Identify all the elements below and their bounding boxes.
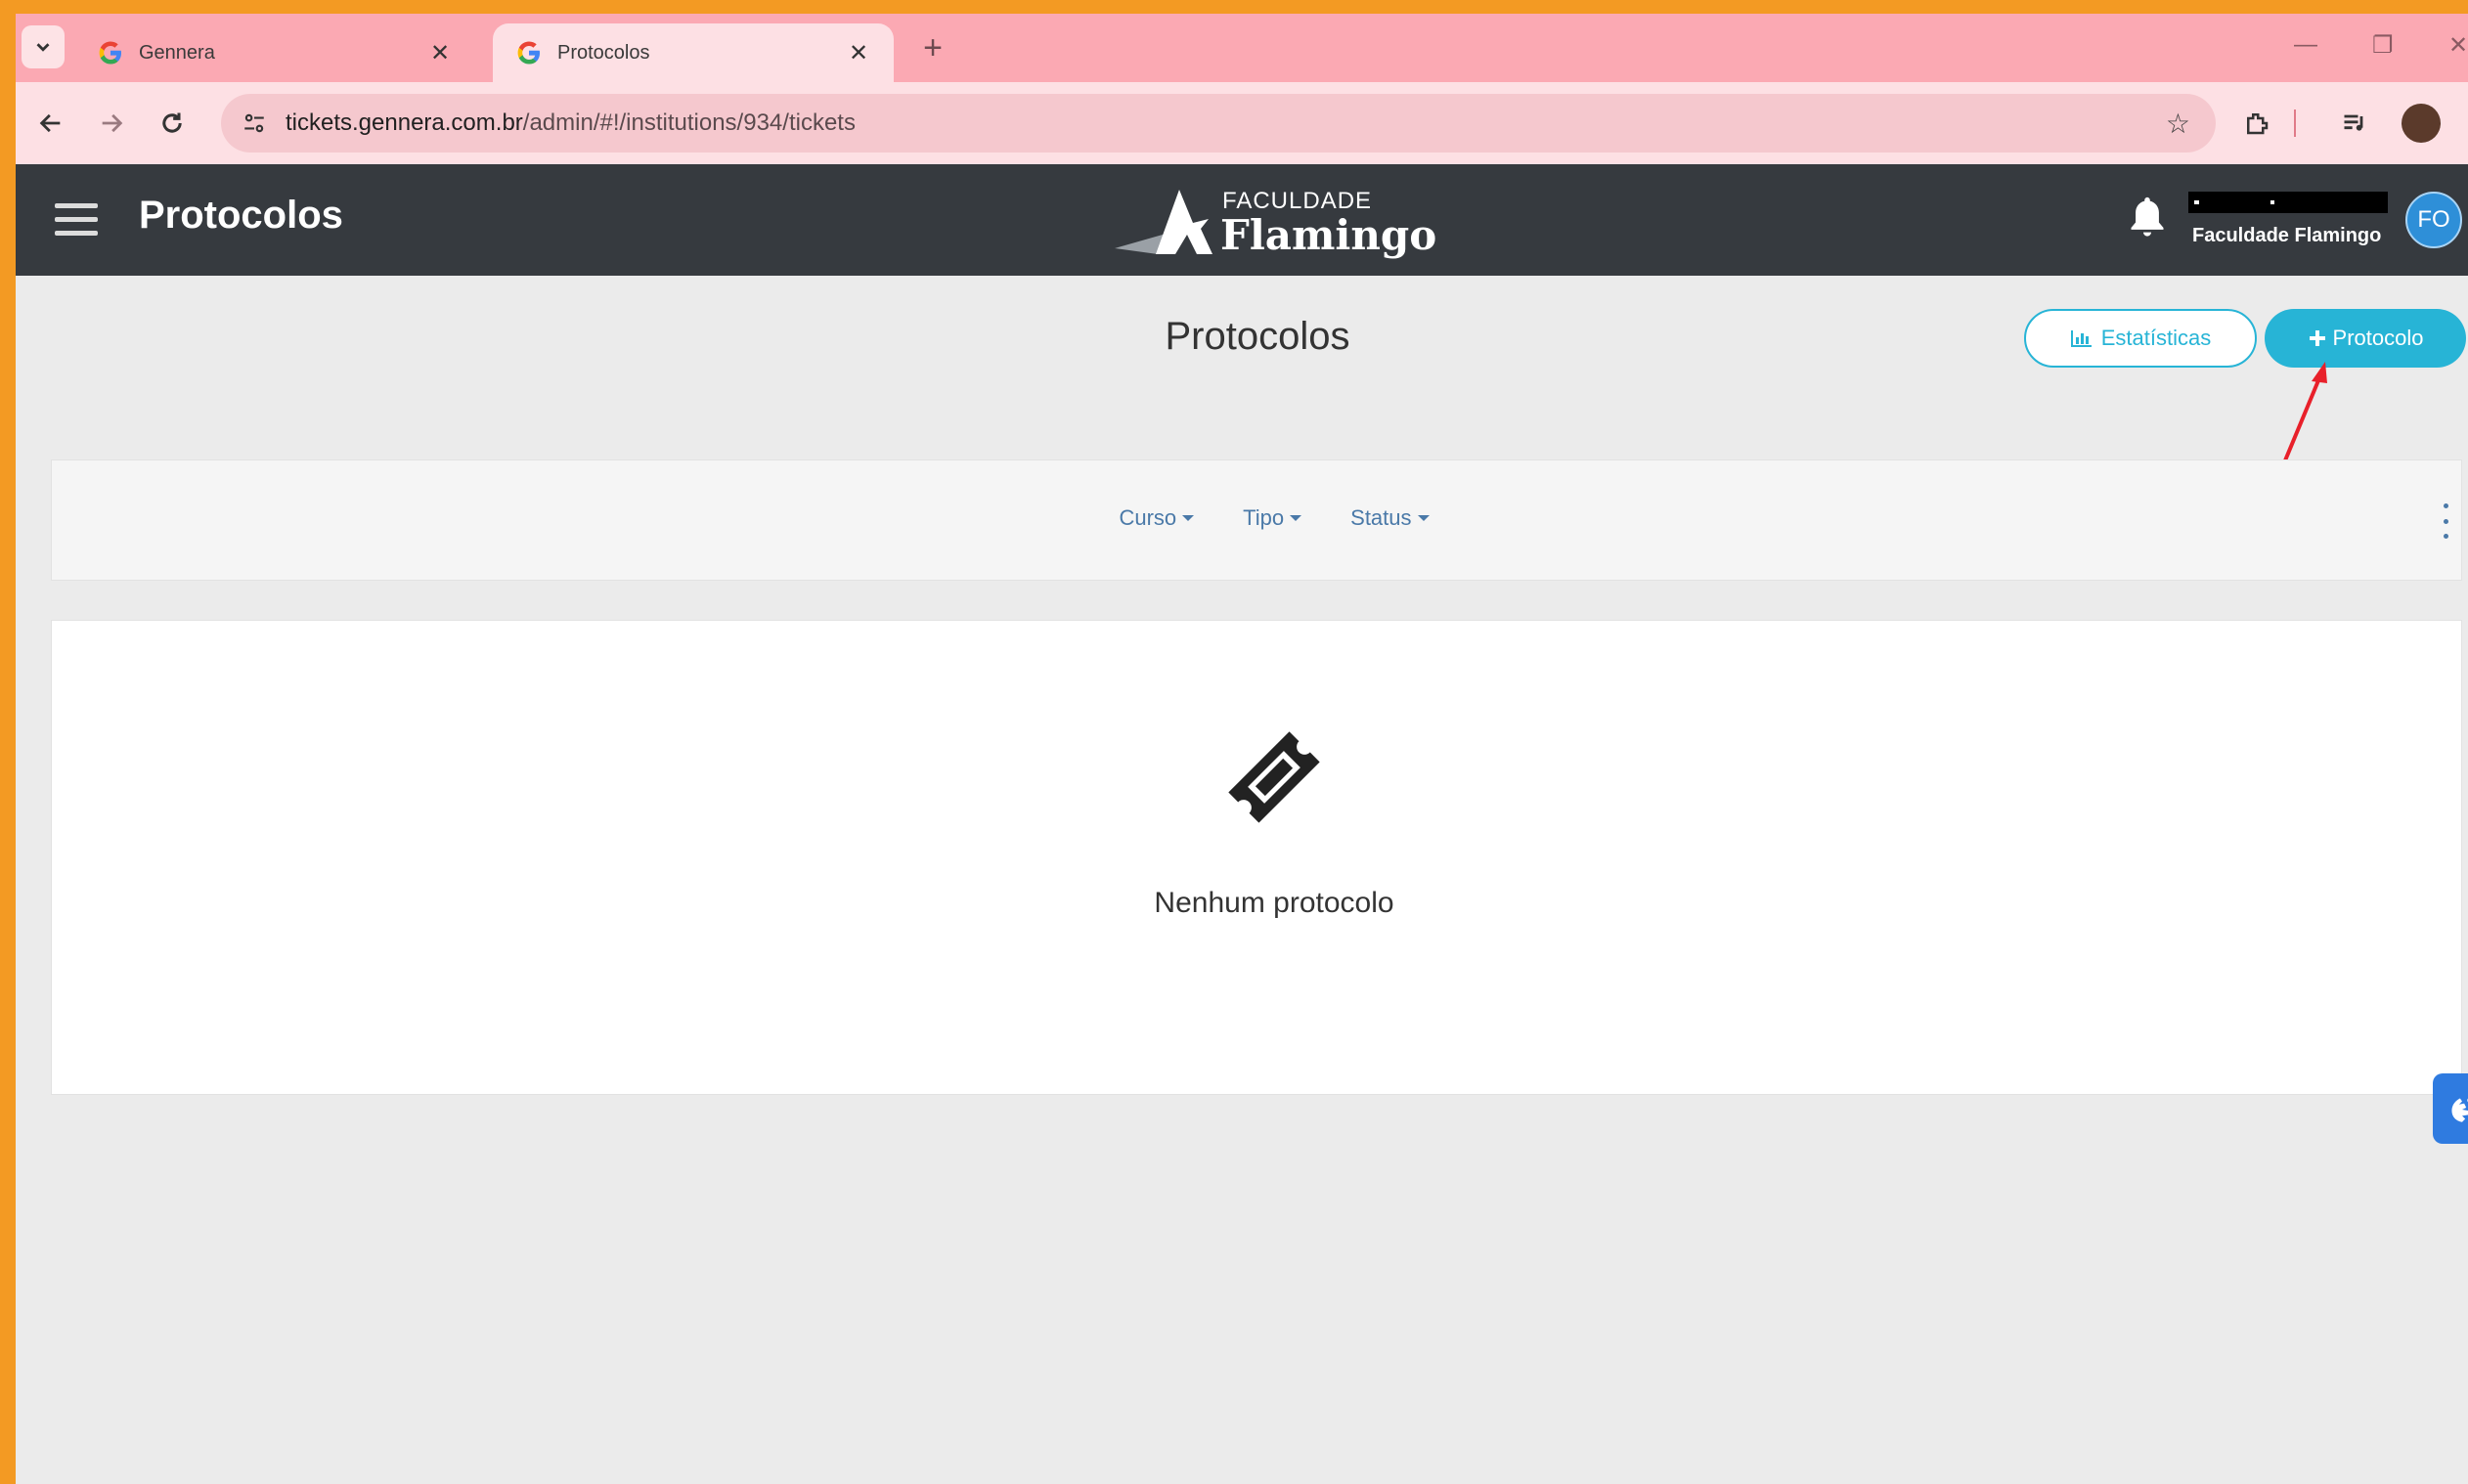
browser-tab-protocolos[interactable]: Protocolos ✕ <box>493 23 894 82</box>
chevron-down-icon <box>36 43 50 52</box>
google-g-icon <box>99 41 121 65</box>
redacted-email <box>2188 192 2388 213</box>
brand-name: Flamingo <box>1220 211 1437 259</box>
screenshot-border-top <box>0 0 2468 14</box>
main-content: Protocolos Estatísticas Protocolo Curso … <box>16 276 2468 1484</box>
close-icon[interactable]: ✕ <box>426 39 454 67</box>
tab-search-button[interactable] <box>22 25 65 68</box>
profile-avatar-icon[interactable] <box>2402 104 2441 143</box>
url-host: tickets.gennera.com.br <box>286 109 523 136</box>
caret-down-icon <box>1290 515 1302 521</box>
forward-arrow-icon <box>102 113 123 133</box>
media-control-icon[interactable] <box>2335 104 2374 143</box>
statistics-button[interactable]: Estatísticas <box>2024 309 2257 368</box>
hamburger-menu-icon[interactable] <box>55 203 98 237</box>
accessibility-widget-button[interactable] <box>2433 1073 2468 1144</box>
new-tab-button[interactable]: + <box>913 29 952 67</box>
url-text: tickets.gennera.com.br/admin/#!/institut… <box>286 109 2166 137</box>
tab-title: Gennera <box>139 41 215 64</box>
statistics-label: Estatísticas <box>2100 326 2212 350</box>
bell-icon[interactable] <box>2126 194 2169 240</box>
empty-state-card: Nenhum protocolo <box>51 620 2462 1095</box>
address-bar[interactable]: tickets.gennera.com.br/admin/#!/institut… <box>221 94 2216 153</box>
filter-status-dropdown[interactable]: Status <box>1350 505 1430 531</box>
flamingo-logo-icon <box>1115 190 1212 254</box>
toolbar-divider <box>2294 109 2296 137</box>
filter-label: Tipo <box>1243 505 1285 530</box>
back-arrow-icon <box>39 113 61 133</box>
filter-list: Curso Tipo Status <box>52 505 2468 531</box>
screenshot-border-left <box>0 0 16 1484</box>
site-info-icon[interactable] <box>235 104 274 143</box>
minimize-icon[interactable]: — <box>2294 31 2317 59</box>
brand-logo[interactable]: FACULDADE Flamingo <box>1111 180 1436 262</box>
restore-icon[interactable]: ❐ <box>2372 31 2394 60</box>
filter-label: Curso <box>1119 505 1177 530</box>
back-button[interactable] <box>29 102 72 145</box>
reload-icon <box>162 112 182 133</box>
browser-toolbar: tickets.gennera.com.br/admin/#!/institut… <box>16 82 2468 164</box>
window-close-icon[interactable]: ✕ <box>2448 31 2468 60</box>
browser-tab-strip: Gennera ✕ Protocolos ✕ + — ❐ ✕ <box>16 14 2468 82</box>
user-name[interactable]: Faculdade Flamingo <box>2192 225 2381 247</box>
plus-icon <box>2309 330 2325 346</box>
app-title: Protocolos <box>139 194 343 237</box>
empty-state-message: Nenhum protocolo <box>1154 887 1394 919</box>
tab-title: Protocolos <box>557 41 650 64</box>
app-header: Protocolos FACULDADE Flamingo Faculdade … <box>16 164 2468 276</box>
reload-button[interactable] <box>151 102 194 145</box>
close-icon[interactable]: ✕ <box>845 39 872 67</box>
user-avatar[interactable]: FO <box>2405 192 2462 248</box>
caret-down-icon <box>1417 515 1430 521</box>
filter-tipo-dropdown[interactable]: Tipo <box>1243 505 1302 531</box>
google-g-icon <box>517 41 540 65</box>
extensions-icon[interactable] <box>2237 104 2276 143</box>
url-path: /admin/#!/institutions/934/tickets <box>522 109 856 136</box>
new-protocol-label: Protocolo <box>2332 326 2424 350</box>
filter-label: Status <box>1350 505 1412 530</box>
browser-menu-icon[interactable] <box>2454 104 2468 143</box>
browser-tab-gennera[interactable]: Gennera ✕ <box>74 23 475 82</box>
bookmark-star-icon[interactable]: ☆ <box>2166 108 2190 140</box>
filter-curso-dropdown[interactable]: Curso <box>1119 505 1195 531</box>
bar-chart-icon <box>2070 330 2092 347</box>
more-options-icon[interactable] <box>2438 503 2453 539</box>
caret-down-icon <box>1182 515 1195 521</box>
sign-language-hands-icon <box>2451 1098 2468 1122</box>
filter-bar: Curso Tipo Status <box>51 459 2462 581</box>
ticket-icon <box>1228 731 1320 823</box>
forward-button[interactable] <box>90 102 133 145</box>
